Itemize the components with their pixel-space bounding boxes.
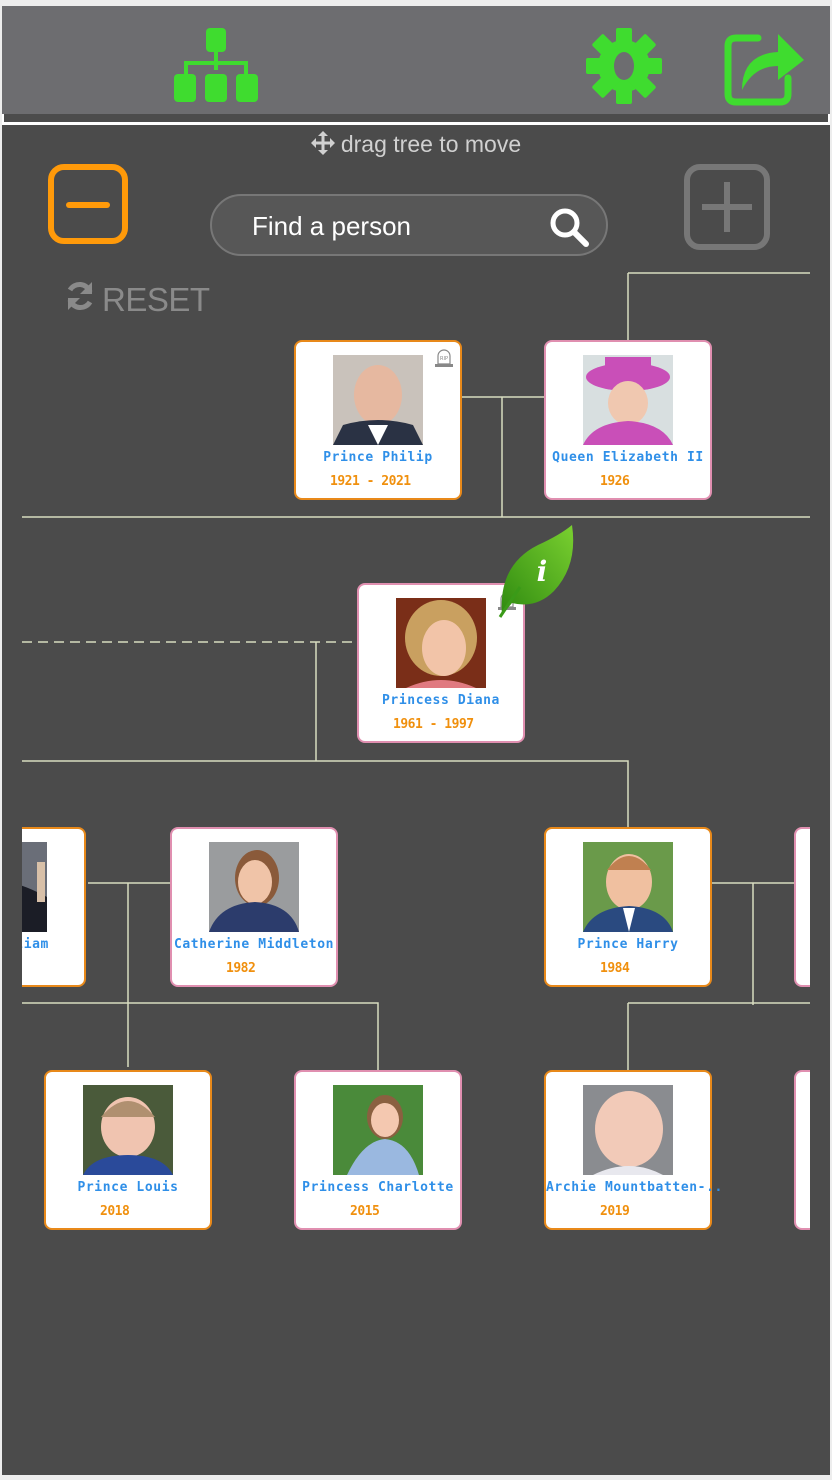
person-name: Princess Charlotte <box>302 1180 454 1195</box>
person-name: Archie Mountbatten-.. <box>546 1180 723 1195</box>
tree-viewport: RIP Prince Philip 1921 - 2021 Queen Eliz… <box>22 125 810 1475</box>
person-name: Catherine Middleton <box>173 937 335 952</box>
person-dates: 2015 <box>350 1204 380 1219</box>
person-photo <box>583 355 673 445</box>
person-card-partner-clipped[interactable] <box>794 827 810 987</box>
person-dates: 1926 <box>600 474 630 489</box>
share-icon[interactable] <box>722 28 806 113</box>
person-card-archie[interactable]: Archie Mountbatten-.. 2019 <box>544 1070 723 1230</box>
person-card-philip[interactable]: RIP Prince Philip 1921 - 2021 <box>294 340 462 500</box>
person-photo <box>583 842 673 932</box>
person-name: Princess Diana <box>382 693 500 708</box>
person-dates: 2018 <box>100 1204 130 1219</box>
person-photo <box>396 598 486 688</box>
person-photo <box>333 1085 423 1175</box>
person-name: Prince Harry <box>577 937 679 952</box>
family-tree-icon[interactable] <box>172 28 260 107</box>
person-dates: 1921 - 2021 <box>330 474 411 489</box>
person-name: liam <box>22 937 49 952</box>
person-dates: 1982 <box>226 961 256 976</box>
person-photo <box>83 1085 173 1175</box>
person-card-william[interactable]: liam <box>22 827 86 987</box>
toolbar-divider <box>2 114 830 122</box>
person-card-catherine[interactable]: Catherine Middleton 1982 <box>170 827 338 987</box>
person-dates: 1984 <box>600 961 630 976</box>
person-photo <box>333 355 423 445</box>
gear-icon[interactable] <box>586 28 662 109</box>
person-name: Queen Elizabeth II <box>552 450 704 465</box>
person-dates: 1961 - 1997 <box>393 717 474 732</box>
person-card-charlotte[interactable]: Princess Charlotte 2015 <box>294 1070 462 1230</box>
person-card-louis[interactable]: Prince Louis 2018 <box>44 1070 212 1230</box>
person-card-elizabeth[interactable]: Queen Elizabeth II 1926 <box>544 340 712 500</box>
person-card-clipped[interactable] <box>794 1070 810 1230</box>
svg-text:RIP: RIP <box>440 356 448 362</box>
person-card-harry[interactable]: Prince Harry 1984 <box>544 827 712 987</box>
person-photo <box>209 842 299 932</box>
svg-text:i: i <box>537 555 548 588</box>
person-name: Prince Louis <box>77 1180 179 1195</box>
person-photo <box>583 1085 673 1175</box>
top-toolbar <box>2 6 830 114</box>
person-photo <box>22 842 47 932</box>
info-leaf-icon[interactable]: i <box>498 525 576 624</box>
person-name: Prince Philip <box>323 450 433 465</box>
person-dates: 2019 <box>600 1204 630 1219</box>
tree-canvas[interactable]: drag tree to move RESET <box>2 125 830 1475</box>
rip-tombstone-icon: RIP <box>434 348 454 373</box>
